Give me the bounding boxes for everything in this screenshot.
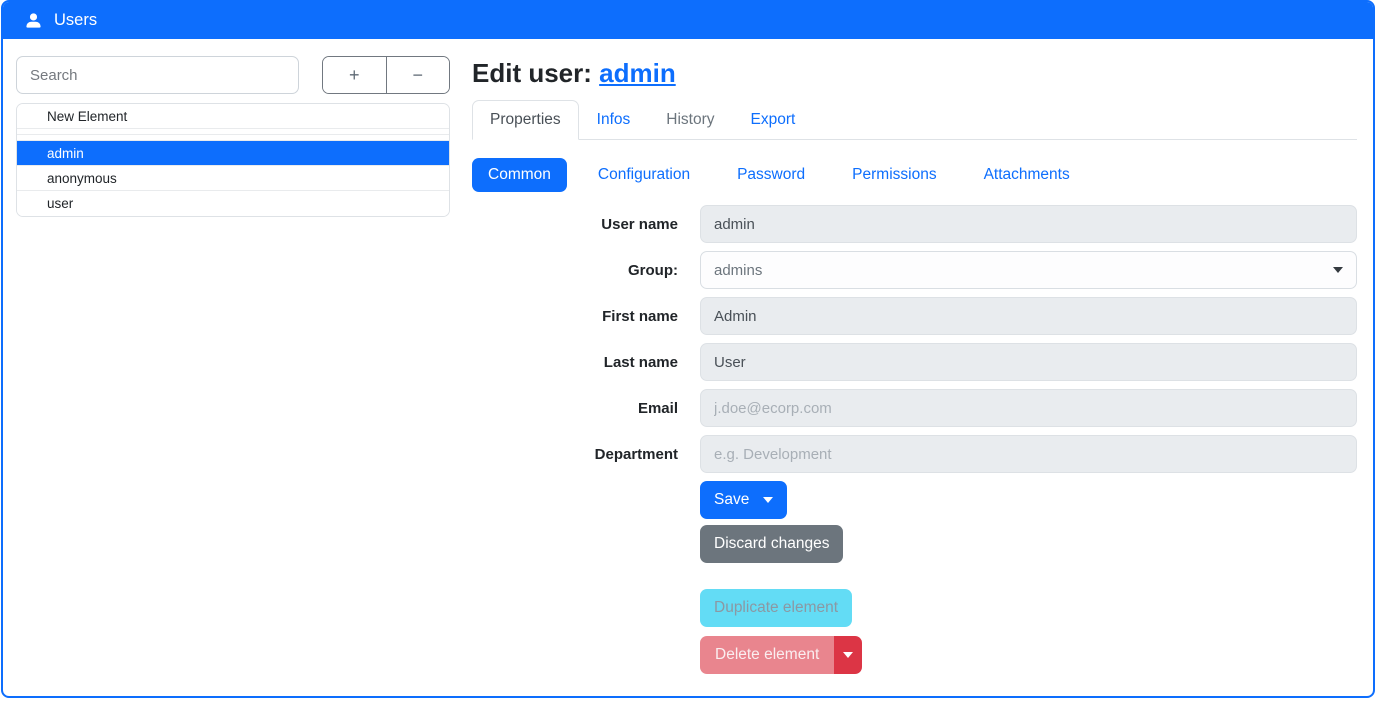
chevron-down-icon [763, 497, 773, 503]
list-item-new-element[interactable]: New Element [17, 104, 449, 129]
form-row-username: User name [472, 205, 1357, 243]
edited-user-link[interactable]: admin [599, 58, 676, 88]
chevron-down-icon [843, 652, 853, 658]
page-title: Edit user: admin [472, 58, 1357, 89]
form-row-firstname: First name [472, 297, 1357, 335]
user-form: User name Group: admins First name [472, 205, 1357, 674]
app-header: Users [3, 2, 1373, 39]
pill-permissions[interactable]: Permissions [836, 158, 952, 192]
action-buttons: Save Discard changes Duplicate element D… [700, 481, 1357, 674]
pill-bar: Common Configuration Password Permission… [472, 158, 1357, 192]
save-button[interactable]: Save [700, 481, 787, 519]
delete-element-button[interactable]: Delete element [700, 636, 834, 674]
pill-attachments[interactable]: Attachments [968, 158, 1086, 192]
app-title: Users [54, 11, 97, 30]
sidebar: + − New Element admin anonymous user [16, 56, 450, 674]
pill-common[interactable]: Common [472, 158, 567, 192]
group-select[interactable]: admins [700, 251, 1357, 289]
tab-history: History [648, 100, 732, 140]
search-input[interactable] [16, 56, 299, 94]
pill-configuration[interactable]: Configuration [582, 158, 706, 192]
user-list: New Element admin anonymous user [16, 103, 450, 217]
email-field[interactable] [700, 389, 1357, 427]
tab-bar: Properties Infos History Export [472, 100, 1357, 140]
form-row-group: Group: admins [472, 251, 1357, 289]
discard-changes-button[interactable]: Discard changes [700, 525, 843, 563]
delete-dropdown-toggle[interactable] [834, 636, 862, 674]
department-label: Department [472, 446, 678, 463]
page-title-prefix: Edit user: [472, 58, 599, 88]
firstname-label: First name [472, 308, 678, 325]
group-label: Group: [472, 262, 678, 279]
main-panel: Edit user: admin Properties Infos Histor… [472, 56, 1357, 674]
tab-properties[interactable]: Properties [472, 100, 579, 140]
person-icon [24, 11, 43, 30]
add-remove-button-group: + − [322, 56, 450, 94]
add-user-button[interactable]: + [323, 57, 387, 93]
form-row-email: Email [472, 389, 1357, 427]
form-row-department: Department [472, 435, 1357, 473]
firstname-field[interactable] [700, 297, 1357, 335]
app-card: Users + − New Element admin anonymous us… [1, 0, 1375, 698]
list-item-admin[interactable]: admin [17, 141, 449, 166]
remove-user-button[interactable]: − [387, 57, 450, 93]
username-field[interactable] [700, 205, 1357, 243]
tab-infos[interactable]: Infos [579, 100, 649, 140]
list-item-user[interactable]: user [17, 191, 449, 216]
form-row-lastname: Last name [472, 343, 1357, 381]
duplicate-element-button[interactable]: Duplicate element [700, 589, 852, 627]
tab-export[interactable]: Export [733, 100, 814, 140]
list-item-anonymous[interactable]: anonymous [17, 166, 449, 191]
username-label: User name [472, 216, 678, 233]
pill-password[interactable]: Password [721, 158, 821, 192]
lastname-field[interactable] [700, 343, 1357, 381]
lastname-label: Last name [472, 354, 678, 371]
chevron-down-icon [1333, 267, 1343, 273]
department-field[interactable] [700, 435, 1357, 473]
save-button-label: Save [714, 491, 749, 509]
email-label: Email [472, 400, 678, 417]
delete-button-group: Delete element [700, 636, 862, 674]
